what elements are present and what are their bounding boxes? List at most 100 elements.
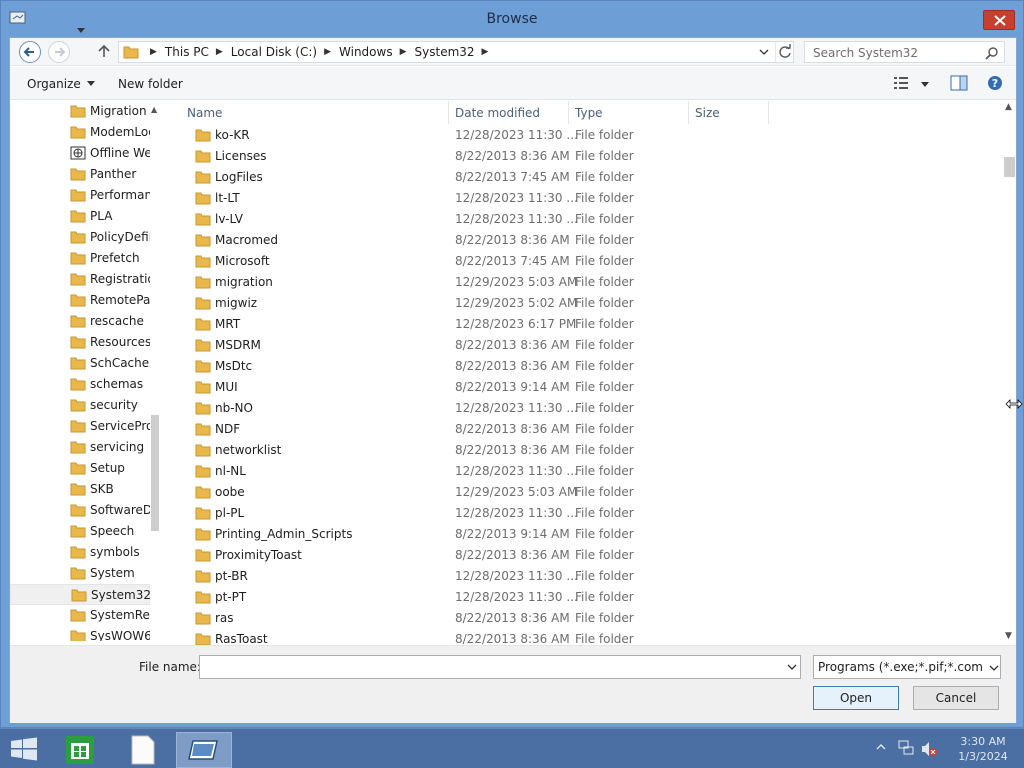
chevron-down-icon[interactable] xyxy=(787,664,797,671)
scroll-down-icon[interactable]: ▼ xyxy=(1005,631,1012,641)
column-divider[interactable] xyxy=(568,101,569,124)
breadcrumb-separator-icon[interactable]: ▶ xyxy=(482,47,489,57)
nav-item-schcache[interactable]: SchCache xyxy=(10,353,150,374)
file-row[interactable]: pt-PT 12/28/2023 11:30 ... File folder xyxy=(167,587,1002,608)
cancel-button[interactable]: Cancel xyxy=(913,686,999,710)
scroll-up-icon[interactable]: ▲ xyxy=(1005,102,1012,112)
scrollbar-thumb[interactable] xyxy=(151,415,159,531)
file-row[interactable]: networklist 8/22/2013 8:36 AM File folder xyxy=(167,440,1002,461)
close-button[interactable] xyxy=(983,10,1015,30)
file-list-scrollbar[interactable]: ▲ ▼ xyxy=(1002,101,1016,645)
file-row[interactable]: MSDRM 8/22/2013 8:36 AM File folder xyxy=(167,335,1002,356)
nav-item-syswow64[interactable]: SysWOW64 xyxy=(10,626,150,641)
breadcrumb-separator-icon[interactable]: ▶ xyxy=(324,47,331,57)
breadcrumb-item[interactable]: System32 xyxy=(415,45,475,59)
nav-item-system[interactable]: System xyxy=(10,563,150,584)
nav-item-serviceprofiles[interactable]: ServiceProfiles xyxy=(10,416,150,437)
file-row[interactable]: RasToast 8/22/2013 8:36 AM File folder xyxy=(167,629,1002,645)
nav-item-speech[interactable]: Speech xyxy=(10,521,150,542)
column-header-type[interactable]: Type xyxy=(575,106,603,120)
volume-muted-icon[interactable] xyxy=(920,740,938,758)
forward-button[interactable] xyxy=(48,41,70,63)
back-button[interactable] xyxy=(19,41,41,63)
nav-item-modemlogs[interactable]: ModemLogs xyxy=(10,122,150,143)
file-row[interactable]: MUI 8/22/2013 9:14 AM File folder xyxy=(167,377,1002,398)
breadcrumb-separator-icon[interactable]: ▶ xyxy=(400,47,407,57)
file-row[interactable]: lt-LT 12/28/2023 11:30 ... File folder xyxy=(167,188,1002,209)
address-bar[interactable]: ▶ This PC ▶ Local Disk (C:) ▶ Windows ▶ … xyxy=(118,41,794,63)
title-bar[interactable]: Browse xyxy=(1,1,1023,37)
column-header-size[interactable]: Size xyxy=(695,106,720,120)
nav-item-panther[interactable]: Panther xyxy=(10,164,150,185)
column-divider[interactable] xyxy=(688,101,689,124)
breadcrumb-separator-icon[interactable]: ▶ xyxy=(150,47,157,57)
file-row[interactable]: pl-PL 12/28/2023 11:30 ... File folder xyxy=(167,503,1002,524)
file-row[interactable]: ras 8/22/2013 8:36 AM File folder xyxy=(167,608,1002,629)
nav-item-offline-web-pages[interactable]: Offline Web Pages xyxy=(10,143,150,164)
nav-item-pla[interactable]: PLA xyxy=(10,206,150,227)
file-row[interactable]: ProximityToast 8/22/2013 8:36 AM File fold… xyxy=(167,545,1002,566)
scroll-up-icon[interactable]: ▲ xyxy=(151,105,157,114)
file-row[interactable]: lv-LV 12/28/2023 11:30 ... File folder xyxy=(167,209,1002,230)
refresh-button[interactable] xyxy=(775,42,793,62)
file-name-input[interactable] xyxy=(199,655,801,679)
column-header-name[interactable]: Name xyxy=(187,106,222,120)
nav-item-migration[interactable]: Migration xyxy=(10,101,150,122)
nav-item-softwaredistribution[interactable]: SoftwareDistribution xyxy=(10,500,150,521)
nav-item-security[interactable]: security xyxy=(10,395,150,416)
view-dropdown-icon[interactable] xyxy=(921,82,929,87)
taskbar-file[interactable] xyxy=(114,732,170,768)
file-row[interactable]: pt-BR 12/28/2023 11:30 ... File folder xyxy=(167,566,1002,587)
nav-item-setup[interactable]: Setup xyxy=(10,458,150,479)
file-row[interactable]: migwiz 12/29/2023 5:02 AM File folder xyxy=(167,293,1002,314)
file-row[interactable]: oobe 12/29/2023 5:03 AM File folder xyxy=(167,482,1002,503)
file-type-filter[interactable]: Programs (*.exe;*.pif;*.com;*.bat;*.cmd) xyxy=(813,655,1001,679)
organize-button[interactable]: Organize xyxy=(27,77,95,91)
column-header-date[interactable]: Date modified xyxy=(455,106,540,120)
file-row[interactable]: Microsoft 8/22/2013 7:45 AM File folder xyxy=(167,251,1002,272)
system-clock[interactable]: 3:30 AM 1/3/2024 xyxy=(948,734,1018,764)
file-row[interactable]: nb-NO 12/28/2023 11:30 ... File folder xyxy=(167,398,1002,419)
nav-item-system32[interactable]: System32 xyxy=(10,584,151,605)
nav-item-prefetch[interactable]: Prefetch xyxy=(10,248,150,269)
nav-item-registration[interactable]: Registration xyxy=(10,269,150,290)
nav-item-schemas[interactable]: schemas xyxy=(10,374,150,395)
network-icon[interactable] xyxy=(898,740,914,756)
taskbar-run-dialog[interactable] xyxy=(176,732,232,768)
up-arrow-icon[interactable] xyxy=(96,43,112,59)
file-row[interactable]: Macromed 8/22/2013 8:36 AM File folder xyxy=(167,230,1002,251)
view-options-icon[interactable] xyxy=(894,76,912,90)
file-row[interactable]: MsDtc 8/22/2013 8:36 AM File folder xyxy=(167,356,1002,377)
nav-item-performance[interactable]: Performance xyxy=(10,185,150,206)
search-box[interactable]: Search System32 xyxy=(804,41,1005,63)
open-button[interactable]: Open xyxy=(813,686,899,710)
scrollbar-thumb[interactable] xyxy=(1004,157,1015,177)
preview-pane-icon[interactable] xyxy=(950,75,968,91)
file-row[interactable]: NDF 8/22/2013 8:36 AM File folder xyxy=(167,419,1002,440)
file-row[interactable]: ko-KR 12/28/2023 11:30 ... File folder xyxy=(167,125,1002,146)
start-button[interactable] xyxy=(10,737,38,761)
nav-item-servicing[interactable]: servicing xyxy=(10,437,150,458)
nav-item-resources[interactable]: Resources xyxy=(10,332,150,353)
nav-item-rescache[interactable]: rescache xyxy=(10,311,150,332)
nav-item-remotepackages[interactable]: RemotePackages xyxy=(10,290,150,311)
file-row[interactable]: MRT 12/28/2023 6:17 PM File folder xyxy=(167,314,1002,335)
navigation-pane[interactable]: Migration ModemLogs Offline Web Pages Pa… xyxy=(10,101,160,641)
nav-item-systemresources[interactable]: SystemResources xyxy=(10,605,150,626)
nav-item-symbols[interactable]: symbols xyxy=(10,542,150,563)
nav-item-skb[interactable]: SKB xyxy=(10,479,150,500)
chevron-down-icon[interactable] xyxy=(759,48,769,56)
nav-pane-scrollbar[interactable]: ▲ xyxy=(150,101,160,641)
breadcrumb-separator-icon[interactable]: ▶ xyxy=(216,47,223,57)
quick-access-dropdown-icon[interactable] xyxy=(77,28,85,34)
file-row[interactable]: migration 12/29/2023 5:03 AM File folder xyxy=(167,272,1002,293)
file-row[interactable]: nl-NL 12/28/2023 11:30 ... File folder xyxy=(167,461,1002,482)
taskbar-store[interactable] xyxy=(52,732,108,768)
breadcrumb-item[interactable]: Windows xyxy=(339,45,393,59)
column-divider[interactable] xyxy=(448,101,449,124)
nav-item-policydefinitions[interactable]: PolicyDefinitions xyxy=(10,227,150,248)
column-divider[interactable] xyxy=(768,101,769,124)
new-folder-button[interactable]: New folder xyxy=(118,77,183,91)
file-row[interactable]: Licenses 8/22/2013 8:36 AM File folder xyxy=(167,146,1002,167)
file-row[interactable]: Printing_Admin_Scripts 8/22/2013 9:14 AM F… xyxy=(167,524,1002,545)
